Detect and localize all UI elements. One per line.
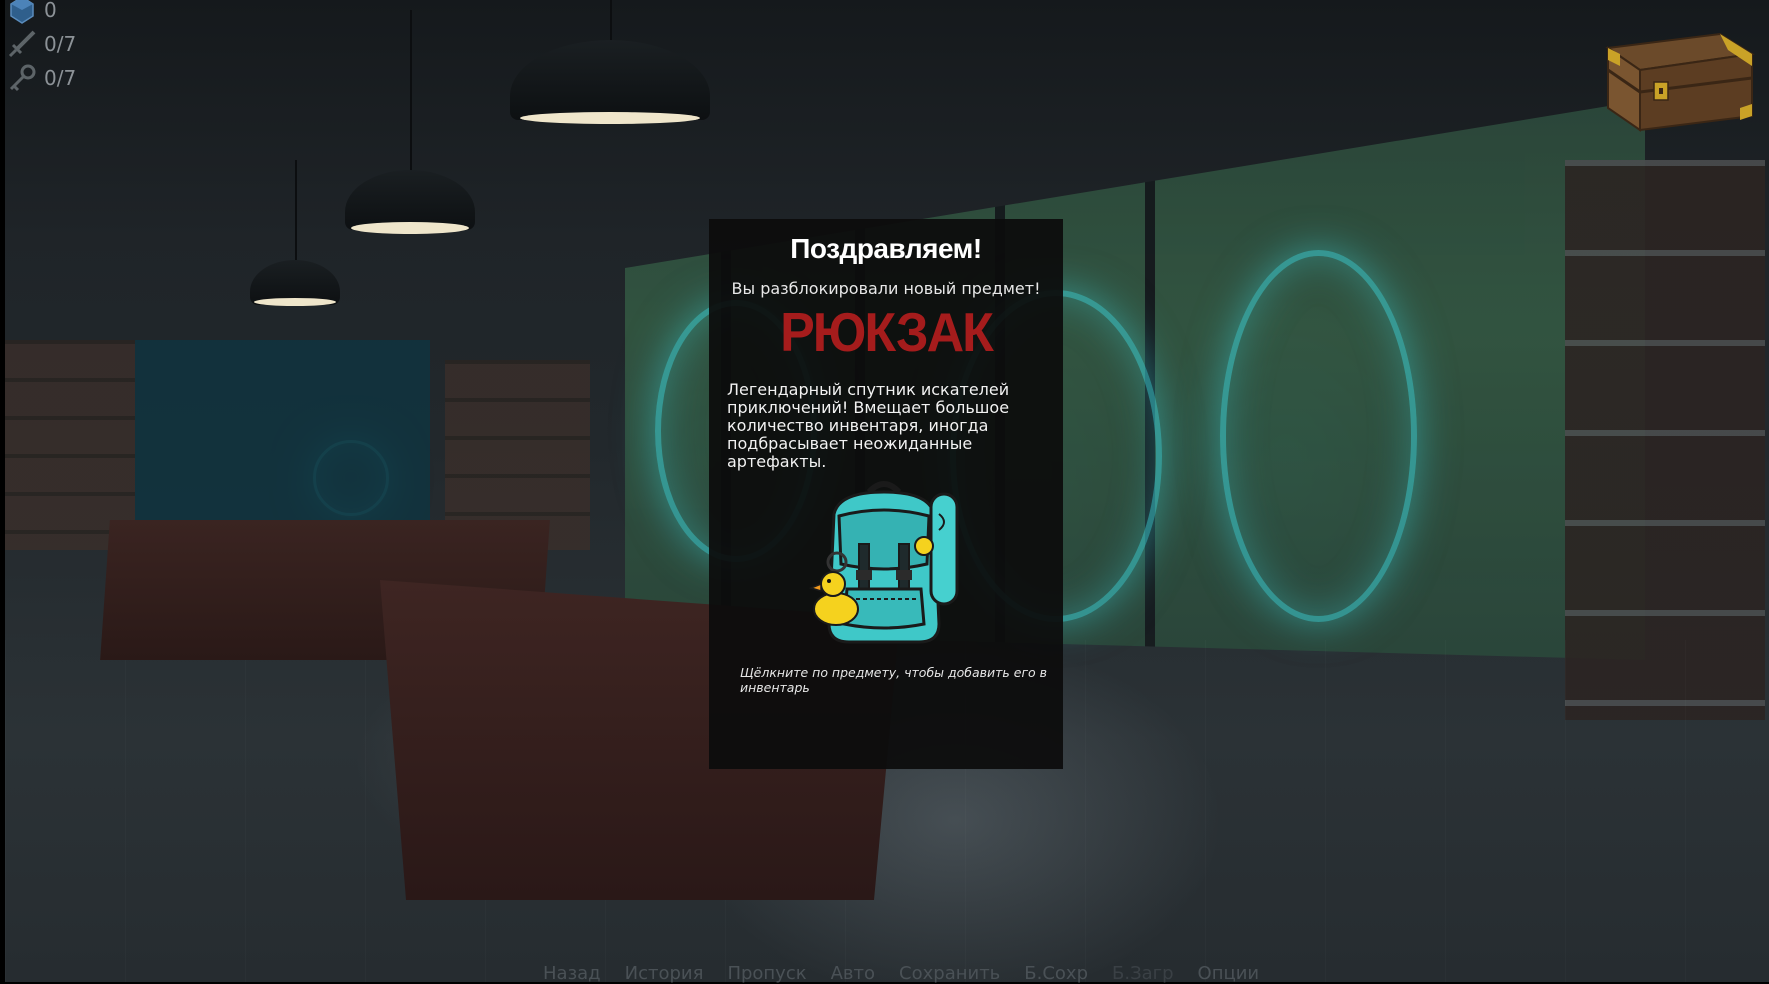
quick-load-button[interactable]: Б.Загр bbox=[1112, 963, 1174, 984]
key-icon bbox=[8, 64, 36, 92]
save-button[interactable]: Сохранить bbox=[899, 963, 1000, 984]
blue-wall-panel bbox=[135, 340, 430, 535]
treasure-chest-icon bbox=[1605, 32, 1755, 132]
sword-counter: 0/7 bbox=[8, 27, 76, 61]
quick-save-button[interactable]: Б.Сохр bbox=[1024, 963, 1088, 984]
dialog-subtitle: Вы разблокировали новый предмет! bbox=[731, 279, 1041, 298]
sword-count: 0/7 bbox=[44, 32, 77, 56]
dialog-hint: Щёлкните по предмету, чтобы добавить его… bbox=[740, 665, 1048, 695]
bookshelf-left bbox=[5, 340, 135, 550]
item-name: РЮКЗАК bbox=[780, 302, 994, 364]
sword-icon bbox=[8, 30, 36, 58]
quick-menu: Назад История Пропуск Авто Сохранить Б.С… bbox=[543, 963, 1283, 984]
bookshelf-right bbox=[1565, 160, 1765, 720]
ceiling-lamp-large bbox=[510, 0, 710, 130]
options-button[interactable]: Опции bbox=[1198, 963, 1260, 984]
inventory-button[interactable] bbox=[1600, 30, 1760, 140]
skip-button[interactable]: Пропуск bbox=[727, 963, 806, 984]
key-counter: 0/7 bbox=[8, 61, 76, 95]
hud-counters: 0 0/7 0/7 bbox=[8, 0, 76, 95]
gem-icon bbox=[8, 0, 36, 24]
item-description: Легендарный спутник искателей приключени… bbox=[727, 380, 1010, 471]
history-button[interactable]: История bbox=[625, 963, 704, 984]
gem-count: 0 bbox=[44, 0, 57, 22]
gem-counter: 0 bbox=[8, 0, 76, 27]
auto-button[interactable]: Авто bbox=[831, 963, 875, 984]
ceiling-lamp-small bbox=[250, 160, 340, 310]
key-count: 0/7 bbox=[44, 66, 77, 90]
backpack-item-button[interactable] bbox=[799, 474, 969, 649]
backpack-icon bbox=[808, 481, 959, 644]
dialog-title: Поздравляем! bbox=[790, 233, 982, 264]
portal-right bbox=[1220, 250, 1417, 622]
back-button[interactable]: Назад bbox=[543, 963, 601, 984]
item-unlocked-dialog: Поздравляем! Вы разблокировали новый пре… bbox=[709, 219, 1063, 769]
ceiling-lamp-medium bbox=[345, 10, 475, 235]
